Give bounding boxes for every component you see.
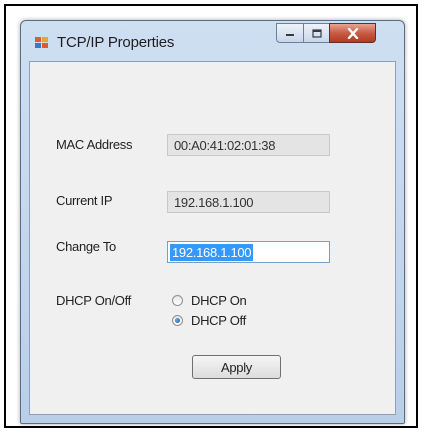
tcpip-properties-window: TCP/IP Properties MAC Address 00:A0:41:0…	[20, 20, 405, 424]
dhcp-off-radio[interactable]	[172, 314, 183, 326]
current-ip-field: 192.168.1.100	[167, 191, 330, 213]
dhcp-on-radio[interactable]	[172, 294, 183, 306]
dhcp-on-radio-row[interactable]: DHCP On	[172, 292, 247, 308]
title-bar[interactable]: TCP/IP Properties	[21, 21, 404, 61]
dhcp-off-radio-row[interactable]: DHCP Off	[172, 312, 246, 328]
dhcp-on-label: DHCP On	[191, 292, 247, 308]
minimize-button[interactable]	[276, 23, 304, 43]
close-icon	[347, 27, 358, 39]
close-button[interactable]	[329, 23, 376, 43]
change-to-label: Change To	[56, 239, 116, 254]
apply-button[interactable]: Apply	[192, 355, 281, 379]
maximize-icon	[311, 28, 322, 38]
change-to-input[interactable]: 192.168.1.100	[167, 241, 330, 263]
minimize-icon	[286, 34, 294, 36]
dialog-client-area: MAC Address 00:A0:41:02:01:38 Current IP…	[29, 61, 396, 415]
mac-address-field: 00:A0:41:02:01:38	[167, 134, 330, 156]
mac-address-label: MAC Address	[56, 137, 133, 152]
network-properties-icon	[35, 37, 49, 49]
current-ip-label: Current IP	[56, 193, 113, 208]
change-to-selected-text: 192.168.1.100	[170, 244, 254, 261]
dhcp-off-label: DHCP Off	[191, 312, 246, 328]
maximize-button[interactable]	[303, 23, 330, 43]
window-title: TCP/IP Properties	[57, 34, 175, 51]
dhcp-label: DHCP On/Off	[56, 293, 131, 308]
